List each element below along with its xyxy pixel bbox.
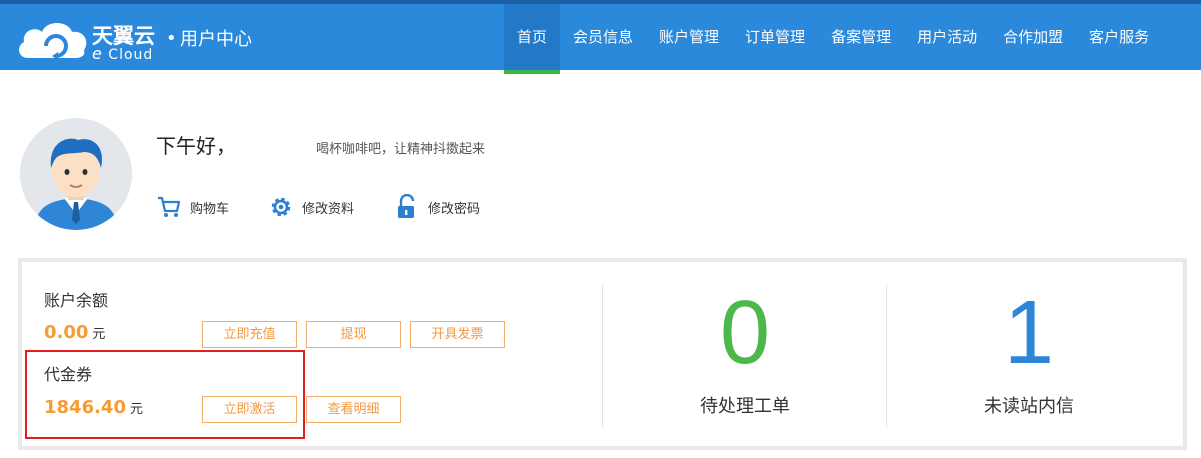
change-password-label: 修改密码 bbox=[428, 201, 481, 217]
pending-tickets-count[interactable]: 0 bbox=[604, 288, 886, 378]
panel-divider bbox=[886, 285, 887, 427]
nav-item-user-activities[interactable]: 用户活动 bbox=[904, 4, 990, 70]
shopping-cart-link[interactable]: 购物车 bbox=[156, 194, 229, 220]
view-details-button[interactable]: 查看明细 bbox=[306, 396, 401, 423]
balance-amount: 0.00 元 bbox=[44, 322, 105, 343]
edit-profile-link[interactable]: 修改资料 bbox=[268, 194, 354, 220]
voucher-unit: 元 bbox=[129, 402, 143, 417]
user-avatar-icon bbox=[34, 138, 118, 230]
avatar bbox=[20, 118, 132, 230]
balance-label: 账户余额 bbox=[44, 291, 109, 310]
main-nav: 首页 会员信息 账户管理 订单管理 备案管理 用户活动 合作加盟 客户服务 bbox=[504, 4, 1162, 74]
nav-item-customer-service[interactable]: 客户服务 bbox=[1076, 4, 1162, 70]
nav-item-partnership[interactable]: 合作加盟 bbox=[990, 4, 1076, 70]
change-password-link[interactable]: 修改密码 bbox=[394, 194, 480, 220]
shopping-cart-icon bbox=[158, 196, 181, 217]
balance-value: 0.00 bbox=[44, 322, 89, 343]
cloud-logo-icon bbox=[19, 23, 87, 60]
nav-item-member-info[interactable]: 会员信息 bbox=[560, 4, 646, 70]
activate-voucher-button[interactable]: 立即激活 bbox=[202, 396, 297, 423]
lock-icon bbox=[398, 194, 415, 218]
greeting-text: 下午好， bbox=[156, 134, 236, 158]
brand-subtitle: 用户中心 bbox=[180, 29, 252, 50]
greeting-slogan: 喝杯咖啡吧，让精神抖擞起来 bbox=[316, 142, 486, 157]
voucher-value: 1846.40 bbox=[44, 397, 126, 418]
unread-messages-count[interactable]: 1 bbox=[888, 288, 1170, 378]
nav-item-account-management[interactable]: 账户管理 bbox=[646, 4, 732, 70]
gear-icon bbox=[271, 197, 291, 217]
brand-separator: • bbox=[166, 28, 177, 49]
nav-item-filing-management[interactable]: 备案管理 bbox=[818, 4, 904, 70]
brand-name-en: e Cloud bbox=[92, 44, 153, 63]
pending-tickets-label[interactable]: 待处理工单 bbox=[604, 392, 886, 418]
voucher-amount: 1846.40 元 bbox=[44, 397, 143, 418]
brand-en-e: e bbox=[92, 44, 103, 63]
top-header: 天翼云 e Cloud • 用户中心 首页 会员信息 账户管理 订单管理 备案管… bbox=[0, 0, 1201, 74]
voucher-label: 代金券 bbox=[44, 365, 93, 384]
withdraw-button[interactable]: 提现 bbox=[306, 321, 401, 348]
brand-en-rest: Cloud bbox=[108, 47, 154, 63]
shopping-cart-label: 购物车 bbox=[190, 201, 230, 217]
balance-unit: 元 bbox=[92, 327, 106, 342]
issue-invoice-button[interactable]: 开具发票 bbox=[410, 321, 505, 348]
nav-item-home[interactable]: 首页 bbox=[504, 4, 561, 74]
unread-messages-label[interactable]: 未读站内信 bbox=[888, 392, 1170, 418]
panel-divider bbox=[602, 285, 603, 427]
nav-item-order-management[interactable]: 订单管理 bbox=[732, 4, 818, 70]
edit-profile-label: 修改资料 bbox=[302, 201, 355, 217]
recharge-button[interactable]: 立即充值 bbox=[202, 321, 297, 348]
